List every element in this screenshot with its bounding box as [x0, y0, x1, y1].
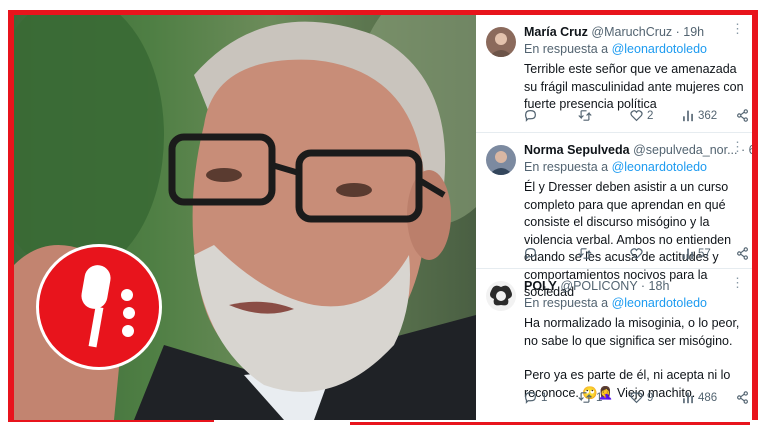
- share-icon: [737, 391, 748, 404]
- heart-icon: [630, 248, 643, 260]
- tweet-card[interactable]: María Cruz @MaruchCruz · 19h ⋮ En respue…: [476, 15, 752, 133]
- like-button[interactable]: 9: [630, 391, 653, 404]
- avatar[interactable]: [486, 27, 516, 57]
- share-button[interactable]: [736, 391, 749, 404]
- tweet-actions: 2 362: [524, 109, 750, 127]
- more-options-icon[interactable]: ⋮: [731, 139, 744, 155]
- heart-icon: [630, 392, 643, 404]
- views-button[interactable]: 362: [682, 109, 717, 122]
- frame-bottom-border-right: [350, 422, 750, 425]
- reply-button[interactable]: [524, 247, 541, 260]
- author-handle[interactable]: @MaruchCruz · 19h: [591, 25, 704, 39]
- views-icon: [683, 248, 693, 260]
- views-button[interactable]: 486: [682, 391, 717, 404]
- share-icon: [737, 109, 748, 122]
- retweet-icon: [578, 110, 592, 121]
- author-name[interactable]: POLY: [524, 279, 557, 293]
- reply-button[interactable]: 1: [524, 391, 547, 404]
- tweet-card[interactable]: POLY @POLICONY · 18h ⋮ En respuesta a @l…: [476, 269, 752, 420]
- reply-mention-link[interactable]: @leonardotoledo: [612, 296, 707, 310]
- like-button[interactable]: [630, 247, 647, 260]
- reply-context: En respuesta a @leonardotoledo: [524, 296, 707, 310]
- retweet-button[interactable]: [578, 109, 596, 122]
- tweet-card[interactable]: Norma Sepulveda @sepulveda_nor... · 6h ⋮…: [476, 133, 752, 299]
- reply-icon: [525, 392, 536, 404]
- avatar[interactable]: [486, 145, 516, 175]
- views-icon: [683, 110, 693, 122]
- like-button[interactable]: 2: [630, 109, 653, 122]
- reply-button[interactable]: [524, 109, 541, 122]
- avatar[interactable]: [486, 281, 516, 311]
- microphone-logo: [36, 244, 162, 370]
- heart-icon: [630, 110, 643, 122]
- reply-icon: [525, 248, 536, 260]
- reply-context: En respuesta a @leonardotoledo: [524, 160, 707, 174]
- tweet-header: Norma Sepulveda @sepulveda_nor... · 6h: [524, 143, 752, 157]
- author-name[interactable]: María Cruz: [524, 25, 588, 39]
- share-button[interactable]: [736, 109, 749, 122]
- tweets-panel: María Cruz @MaruchCruz · 19h ⋮ En respue…: [476, 15, 752, 420]
- tweet-actions: 57: [524, 247, 750, 265]
- microphone-icon: [81, 265, 135, 348]
- more-options-icon[interactable]: ⋮: [731, 275, 744, 291]
- frame-right-border: [752, 10, 758, 420]
- share-icon: [737, 247, 748, 260]
- reply-mention-link[interactable]: @leonardotoledo: [612, 160, 707, 174]
- tweet-header: POLY @POLICONY · 18h: [524, 279, 744, 293]
- reply-context: En respuesta a @leonardotoledo: [524, 42, 707, 56]
- tweet-actions: 1 1 9 486: [524, 391, 750, 409]
- author-handle[interactable]: @POLICONY · 18h: [560, 279, 669, 293]
- retweet-icon: [578, 248, 592, 259]
- reply-mention-link[interactable]: @leonardotoledo: [612, 42, 707, 56]
- more-options-icon[interactable]: ⋮: [731, 21, 744, 37]
- retweet-icon: [578, 392, 592, 403]
- reply-icon: [525, 110, 536, 122]
- retweet-button[interactable]: [578, 247, 596, 260]
- views-icon: [683, 392, 693, 404]
- tweet-header: María Cruz @MaruchCruz · 19h: [524, 25, 744, 39]
- retweet-button[interactable]: 1: [578, 391, 602, 404]
- views-button[interactable]: 57: [682, 247, 711, 260]
- author-name[interactable]: Norma Sepulveda: [524, 143, 630, 157]
- share-button[interactable]: [736, 247, 749, 260]
